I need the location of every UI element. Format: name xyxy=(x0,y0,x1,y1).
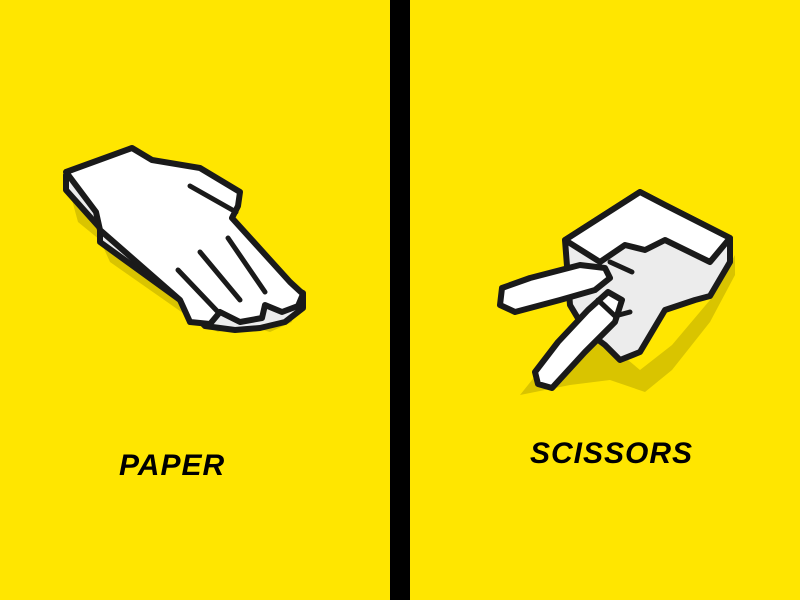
paper-panel: PAPER xyxy=(0,0,390,600)
divider xyxy=(390,0,410,600)
scissors-knuckles xyxy=(562,189,733,265)
paper-hand-icon xyxy=(63,145,306,333)
paper-label: PAPER xyxy=(119,449,226,482)
scissors-label: SCISSORS xyxy=(530,437,694,470)
scissors-hand-icon xyxy=(497,189,735,395)
canvas: PAPER SCISSORS xyxy=(0,0,800,600)
scissors-panel: SCISSORS xyxy=(410,0,800,600)
